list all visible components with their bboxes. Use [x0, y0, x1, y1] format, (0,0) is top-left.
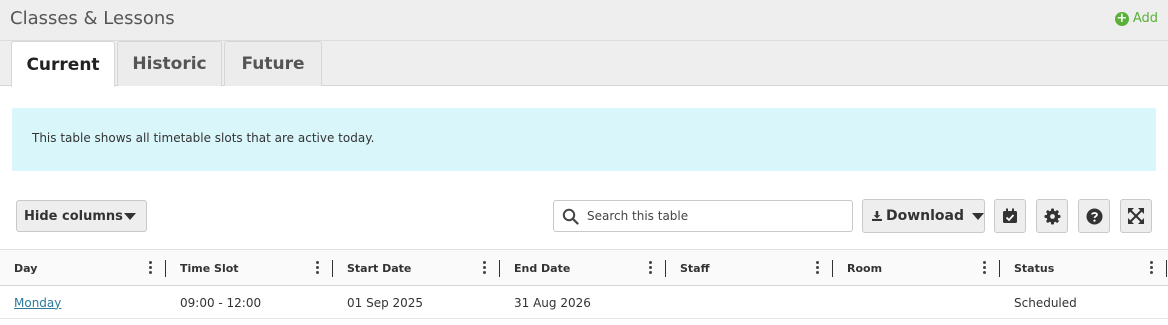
- column-menu-icon[interactable]: [649, 261, 652, 274]
- search-box[interactable]: [553, 200, 853, 232]
- info-message: This table shows all timetable slots tha…: [12, 108, 1156, 171]
- day-link[interactable]: Monday: [14, 296, 61, 310]
- column-header-label: Time Slot: [180, 261, 239, 275]
- page-title: Classes & Lessons: [10, 8, 175, 29]
- column-menu-icon[interactable]: [483, 261, 486, 274]
- hide-columns-button[interactable]: Hide columns: [16, 200, 147, 232]
- caret-down-icon: [972, 212, 984, 220]
- plus-circle-icon: +: [1114, 10, 1129, 26]
- question-circle-icon: [1086, 208, 1102, 224]
- info-text: This table shows all timetable slots tha…: [32, 131, 375, 145]
- calendar-check-icon: [1003, 208, 1017, 223]
- add-button[interactable]: + Add: [1114, 10, 1158, 26]
- tab-current[interactable]: Current: [11, 41, 115, 87]
- search-input[interactable]: [587, 209, 837, 223]
- column-header-status[interactable]: Status: [1000, 250, 1167, 286]
- fullscreen-button[interactable]: [1120, 199, 1152, 233]
- column-header-label: End Date: [514, 261, 571, 275]
- column-menu-icon[interactable]: [316, 261, 319, 274]
- timetable-table: Day Time Slot Start Date End Date Staff …: [0, 249, 1168, 319]
- cell-status: Scheduled: [1014, 295, 1077, 310]
- help-button[interactable]: [1078, 199, 1110, 233]
- cell-end-date: 31 Aug 2026: [514, 295, 591, 310]
- add-label: Add: [1132, 11, 1158, 26]
- download-icon: [872, 211, 882, 221]
- cell-start-date: 01 Sep 2025: [347, 295, 424, 310]
- download-button[interactable]: Download: [862, 199, 985, 233]
- column-menu-icon[interactable]: [816, 261, 819, 274]
- column-menu-icon[interactable]: [149, 261, 152, 274]
- column-divider: [1166, 260, 1167, 277]
- cell-day: Monday: [0, 286, 166, 319]
- cell-room: [833, 286, 1000, 319]
- page-header: Classes & Lessons + Add: [0, 0, 1168, 41]
- column-header-start-date[interactable]: Start Date: [333, 250, 500, 286]
- column-header-label: Room: [847, 261, 883, 275]
- column-menu-icon[interactable]: [1150, 261, 1153, 274]
- cell-staff: [666, 286, 833, 319]
- column-header-label: Staff: [680, 261, 710, 275]
- tab-bar: Current Historic Future: [0, 41, 1168, 87]
- column-header-end-date[interactable]: End Date: [500, 250, 666, 286]
- table-header: Day Time Slot Start Date End Date Staff …: [0, 249, 1168, 286]
- column-header-label: Day: [14, 261, 38, 275]
- column-header-staff[interactable]: Staff: [666, 250, 833, 286]
- expand-icon: [1128, 208, 1144, 224]
- column-menu-icon[interactable]: [983, 261, 986, 274]
- download-label: Download: [885, 208, 964, 224]
- caret-down-icon: [124, 213, 136, 220]
- settings-button[interactable]: [1036, 199, 1068, 233]
- column-header-room[interactable]: Room: [833, 250, 1000, 286]
- column-header-label: Start Date: [347, 261, 412, 275]
- hide-columns-label: Hide columns: [24, 208, 123, 224]
- cell-time-slot: 09:00 - 12:00: [180, 295, 262, 310]
- calendar-button[interactable]: [994, 199, 1026, 233]
- tab-future[interactable]: Future: [224, 41, 322, 86]
- table-row: Monday 09:00 - 12:00 01 Sep 2025 31 Aug …: [0, 286, 1168, 319]
- column-header-time-slot[interactable]: Time Slot: [166, 250, 333, 286]
- tab-historic[interactable]: Historic: [117, 41, 222, 86]
- column-header-label: Status: [1014, 261, 1055, 275]
- column-header-day[interactable]: Day: [0, 250, 166, 286]
- search-icon: [562, 208, 579, 225]
- gear-icon: [1044, 208, 1060, 224]
